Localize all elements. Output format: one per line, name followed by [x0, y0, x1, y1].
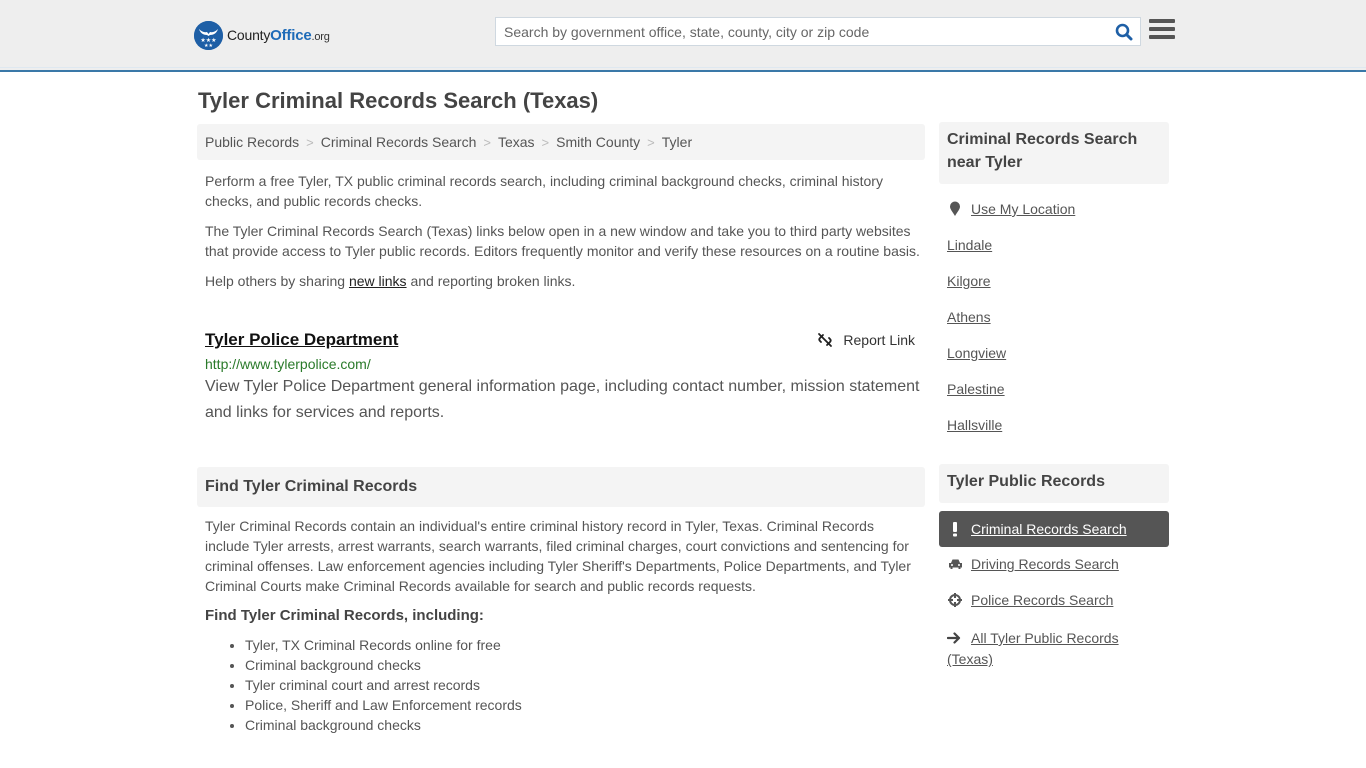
broken-link-icon [818, 333, 833, 347]
list-item: Tyler criminal court and arrest records [245, 675, 522, 695]
search-input[interactable] [496, 18, 1108, 45]
sidebar-item-police-records[interactable]: Police Records Search [947, 592, 1113, 608]
menu-bar-icon [1149, 19, 1175, 23]
intro-paragraph: The Tyler Criminal Records Search (Texas… [205, 223, 920, 259]
search-icon [1115, 23, 1133, 40]
car-icon [947, 558, 963, 570]
sidebar-item-label[interactable]: Criminal Records Search [971, 521, 1127, 537]
nearby-city-link[interactable]: Longview [947, 345, 1006, 361]
new-links-link[interactable]: new links [349, 273, 407, 289]
sidebar-item-criminal-records[interactable]: Criminal Records Search [939, 511, 1169, 547]
intro-paragraph: Perform a free Tyler, TX public criminal… [205, 173, 883, 209]
listing-description: View Tyler Police Department general inf… [205, 378, 920, 421]
exclamation-icon [947, 521, 963, 537]
find-records-body: Tyler Criminal Records contain an indivi… [205, 518, 911, 594]
breadcrumb-separator: > [647, 134, 655, 150]
site-header: ★★★ ★★ CountyOffice.org [0, 0, 1366, 72]
nearby-heading: Criminal Records Search near Tyler [939, 122, 1169, 184]
list-item: Criminal background checks [245, 715, 522, 735]
breadcrumb-tyler[interactable]: Tyler [662, 134, 692, 150]
breadcrumb-separator: > [306, 134, 314, 150]
nearby-city-link[interactable]: Kilgore [947, 273, 991, 289]
breadcrumb-texas[interactable]: Texas [498, 134, 535, 150]
map-pin-icon [947, 201, 963, 217]
nearby-city-link[interactable]: Athens [947, 309, 991, 325]
breadcrumb-criminal-records-search[interactable]: Criminal Records Search [321, 134, 477, 150]
svg-text:★★: ★★ [204, 43, 213, 49]
breadcrumb-smith-county[interactable]: Smith County [556, 134, 640, 150]
breadcrumb-separator: > [541, 134, 550, 150]
page-title: Tyler Criminal Records Search (Texas) [198, 88, 599, 113]
listing-url: http://www.tylerpolice.com/ [205, 356, 371, 372]
report-link-label: Report Link [843, 332, 915, 348]
search-bar [495, 17, 1141, 46]
crosshairs-icon [947, 593, 963, 607]
search-button[interactable] [1108, 18, 1140, 45]
report-link-button[interactable]: Report Link [817, 332, 915, 348]
share-links-paragraph: Help others by sharing new links and rep… [205, 273, 576, 289]
list-item: Police, Sheriff and Law Enforcement reco… [245, 695, 522, 715]
listing-title-link[interactable]: Tyler Police Department [205, 330, 398, 349]
breadcrumb-separator: > [483, 134, 491, 150]
menu-bar-icon [1149, 27, 1175, 31]
logo-eagle-icon: ★★★ ★★ [194, 20, 223, 50]
breadcrumb: Public Records > Criminal Records Search… [197, 124, 925, 160]
use-my-location-link[interactable]: Use My Location [947, 201, 1075, 217]
sidebar-item-driving-records[interactable]: Driving Records Search [947, 556, 1119, 572]
menu-bar-icon [1149, 35, 1175, 39]
logo-text: CountyOffice.org [227, 26, 330, 44]
sidebar-item-all-records: All Tyler Public Records (Texas) [946, 628, 1162, 669]
list-item: Tyler, TX Criminal Records online for fr… [245, 635, 522, 655]
find-records-heading: Find Tyler Criminal Records [197, 467, 925, 507]
nearby-city-link[interactable]: Lindale [947, 237, 992, 253]
find-records-list: Tyler, TX Criminal Records online for fr… [245, 635, 522, 735]
resource-listing: Tyler Police Department Report Link http… [205, 330, 920, 426]
hamburger-menu-button[interactable] [1149, 19, 1175, 43]
nearby-city-link[interactable]: Hallsville [947, 417, 1002, 433]
all-public-records-link[interactable]: All Tyler Public Records (Texas) [947, 630, 1119, 667]
breadcrumb-public-records[interactable]: Public Records [205, 134, 299, 150]
site-logo[interactable]: ★★★ ★★ CountyOffice.org [194, 20, 330, 50]
arrow-right-icon [946, 629, 963, 649]
nearby-city-link[interactable]: Palestine [947, 381, 1005, 397]
intro-text: Perform a free Tyler, TX public criminal… [205, 171, 920, 301]
find-records-subheading: Find Tyler Criminal Records, including: [205, 607, 484, 624]
list-item: Criminal background checks [245, 655, 522, 675]
public-records-heading: Tyler Public Records [939, 464, 1169, 503]
